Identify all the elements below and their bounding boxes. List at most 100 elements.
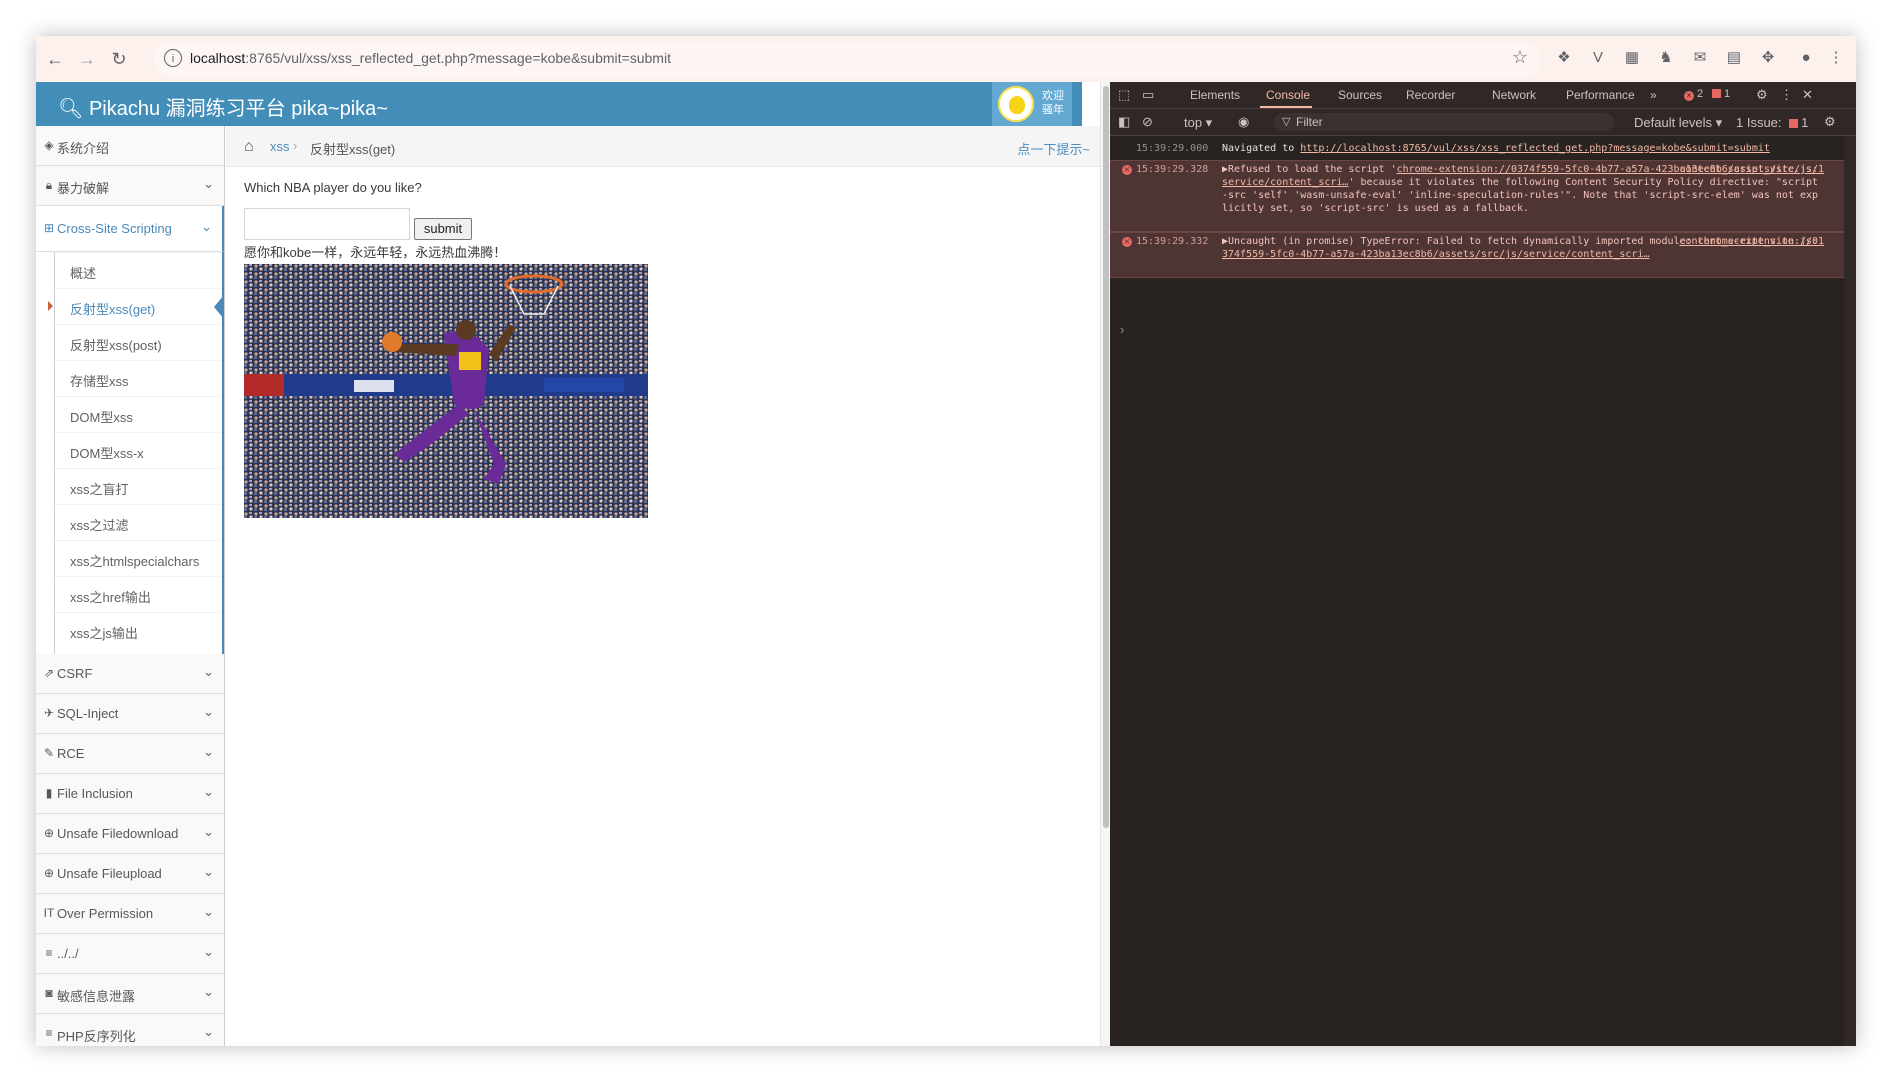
home-icon[interactable]: ⌂ (244, 138, 254, 156)
browser-toolbar: ← → ↻ i localhost:8765/vul/xss/xss_refle… (36, 36, 1856, 82)
result-message: 愿你和kobe一样，永远年轻，永远热血沸腾！ (244, 245, 507, 260)
chevron-down-icon: ⌄ (203, 864, 214, 879)
sitemap-icon: ⊞ (43, 221, 55, 235)
filter-icon: ▽ (1282, 116, 1291, 128)
sidebar-toggle-icon[interactable]: ◧ (1118, 114, 1130, 130)
console-error-typeerror: × 15:39:29.332 ▶Uncaught (in promise) Ty… (1110, 232, 1856, 278)
error-count-badge[interactable]: × 2 (1684, 88, 1703, 101)
tab-console[interactable]: Console (1266, 88, 1310, 102)
chevron-down-icon: ⌄ (203, 176, 214, 191)
clear-console-icon[interactable]: ⊘ (1142, 114, 1153, 130)
submenu-item[interactable]: 概述 (54, 252, 222, 289)
bookmark-star-icon[interactable]: ☆ (1512, 47, 1528, 68)
live-expression-eye-icon[interactable]: ◉ (1238, 114, 1249, 130)
device-toolbar-icon[interactable]: ▭ (1142, 87, 1154, 103)
lock-icon: 🔒︎ (45, 178, 53, 192)
breadcrumb-separator: › (293, 138, 298, 153)
sidebar-item-unsafe-filedownload[interactable]: ⊕ Unsafe Filedownload ⌄ (36, 814, 224, 854)
sidebar-item-sqli[interactable]: ✈ SQL-Inject ⌄ (36, 694, 224, 734)
issue-count-badge[interactable]: 1 (1712, 88, 1730, 100)
welcome-text: 欢迎 骚年 (1042, 90, 1064, 116)
submenu-item[interactable]: DOM型xss-x (54, 432, 222, 469)
chevron-down-icon: ⌄ (203, 984, 214, 999)
extension-v-icon[interactable]: V (1588, 48, 1608, 68)
breadcrumb-link-xss[interactable]: xss (270, 139, 290, 154)
back-icon[interactable]: ← (42, 46, 68, 72)
calendar-icon[interactable]: ▤ (1724, 48, 1744, 68)
inspect-element-icon[interactable]: ⬚ (1118, 87, 1130, 103)
site-info-icon[interactable]: i (164, 49, 182, 67)
message-input[interactable] (244, 208, 410, 240)
mail-icon[interactable]: ✉ (1690, 48, 1710, 68)
sidebar-item-php-unserialize[interactable]: ≡ PHP反序列化 ⌄ (36, 1014, 224, 1046)
user-box[interactable]: 欢迎 骚年 (992, 82, 1072, 126)
close-devtools-icon[interactable]: ✕ (1802, 87, 1813, 103)
chevron-down-icon: ⌄ (203, 704, 214, 719)
extension-cat-icon[interactable]: ♞ (1656, 48, 1676, 68)
submenu-item[interactable]: xss之盲打 (54, 468, 222, 505)
source-link[interactable]: content_script_vite.js:1 (1680, 163, 1825, 176)
sidebar-item-xss[interactable]: ⊞ Cross-Site Scripting ⌄ (36, 206, 224, 252)
sidebar-item-bruteforce[interactable]: 🔒︎ 暴力破解 ⌄ (36, 166, 224, 206)
more-tabs-icon[interactable]: » (1650, 88, 1657, 102)
submenu-item[interactable]: 反射型xss(post) (54, 324, 222, 361)
address-bar[interactable]: i localhost:8765/vul/xss/xss_reflected_g… (154, 42, 1540, 76)
profile-avatar-icon[interactable]: ● (1796, 48, 1816, 68)
sidebar-item-file-inclusion[interactable]: ▮ File Inclusion ⌄ (36, 774, 224, 814)
submenu-item[interactable]: 存储型xss (54, 360, 222, 397)
sidebar-item-intro[interactable]: ◈ 系统介绍 (36, 126, 224, 166)
submenu-item[interactable]: xss之js输出 (54, 612, 222, 649)
address-url[interactable]: localhost:8765/vul/xss/xss_reflected_get… (190, 50, 671, 66)
forward-icon[interactable]: → (74, 46, 100, 72)
extension-icon[interactable]: ❖ (1554, 48, 1574, 68)
source-link[interactable]: content_script_vite.js:1 (1680, 235, 1825, 248)
text-cursor-icon: IT (43, 906, 55, 920)
submenu-item-active[interactable]: 反射型xss(get) (48, 288, 224, 325)
tab-recorder[interactable]: Recorder (1406, 88, 1455, 102)
tab-performance[interactable]: Performance (1566, 88, 1635, 102)
tab-network[interactable]: Network (1492, 88, 1536, 102)
sidebar-item-dir-traversal[interactable]: ≡ ../../ ⌄ (36, 934, 224, 974)
key-icon: 🔍︎ (58, 98, 84, 120)
chevron-down-icon: ⌄ (203, 1024, 214, 1039)
submit-button[interactable]: submit (414, 218, 472, 240)
console-log-navigated: 15:39:29.000 Navigated to http://localho… (1136, 143, 1770, 154)
page-scrollbar[interactable] (1100, 82, 1110, 1046)
extension-grid-icon[interactable]: ▦ (1622, 48, 1642, 68)
navigated-url-link[interactable]: http://localhost:8765/vul/xss/xss_reflec… (1300, 143, 1770, 154)
sidebar-item-unsafe-fileupload[interactable]: ⊕ Unsafe Fileupload ⌄ (36, 854, 224, 894)
active-tab-indicator (1260, 106, 1312, 108)
settings-gear-icon[interactable]: ⚙ (1756, 87, 1768, 103)
log-levels-select[interactable]: Default levels ▾ (1634, 115, 1722, 131)
sidebar-item-over-permission[interactable]: IT Over Permission ⌄ (36, 894, 224, 934)
error-icon: × (1122, 165, 1132, 175)
menu-kebab-icon[interactable]: ⋮ (1826, 48, 1846, 68)
tab-elements[interactable]: Elements (1190, 88, 1240, 102)
sidebar-item-csrf[interactable]: ⇗ CSRF ⌄ (36, 654, 224, 694)
reload-icon[interactable]: ↻ (106, 46, 132, 72)
console-settings-icon[interactable]: ⚙ (1824, 114, 1836, 130)
sidebar-item-info-leak[interactable]: ◙ 敏感信息泄露 ⌄ (36, 974, 224, 1014)
console-prompt[interactable]: › (1120, 322, 1124, 337)
chevron-down-icon: ⌄ (203, 784, 214, 799)
page-scrollbar-thumb[interactable] (1103, 86, 1109, 828)
submenu-item[interactable]: xss之过滤 (54, 504, 222, 541)
puzzle-icon[interactable]: ✥ (1758, 48, 1778, 68)
tab-sources[interactable]: Sources (1338, 88, 1382, 102)
tags-icon: ◈ (44, 138, 54, 152)
context-select[interactable]: top ▾ (1184, 115, 1212, 131)
issues-label[interactable]: 1 Issue: 1 (1736, 115, 1808, 130)
chevron-down-icon: ⌄ (201, 219, 212, 234)
hint-link[interactable]: 点一下提示~ (1017, 139, 1090, 158)
devtools-menu-icon[interactable]: ⋮ (1780, 87, 1793, 103)
console-filter-input[interactable]: ▽ Filter (1274, 113, 1614, 131)
site-title[interactable]: 🔍︎ Pikachu 漏洞练习平台 pika~pika~ (58, 92, 388, 121)
kobe-dunk-photo (244, 264, 648, 518)
share-icon: ⇗ (43, 666, 55, 680)
submenu-item[interactable]: xss之href输出 (54, 576, 222, 613)
submenu-item[interactable]: DOM型xss (54, 396, 222, 433)
submenu-item[interactable]: xss之htmlspecialchars (54, 540, 222, 577)
question-text: Which NBA player do you like? (244, 180, 422, 195)
sidebar-item-rce[interactable]: ✎ RCE ⌄ (36, 734, 224, 774)
devtools-scrollbar[interactable] (1844, 136, 1856, 1046)
